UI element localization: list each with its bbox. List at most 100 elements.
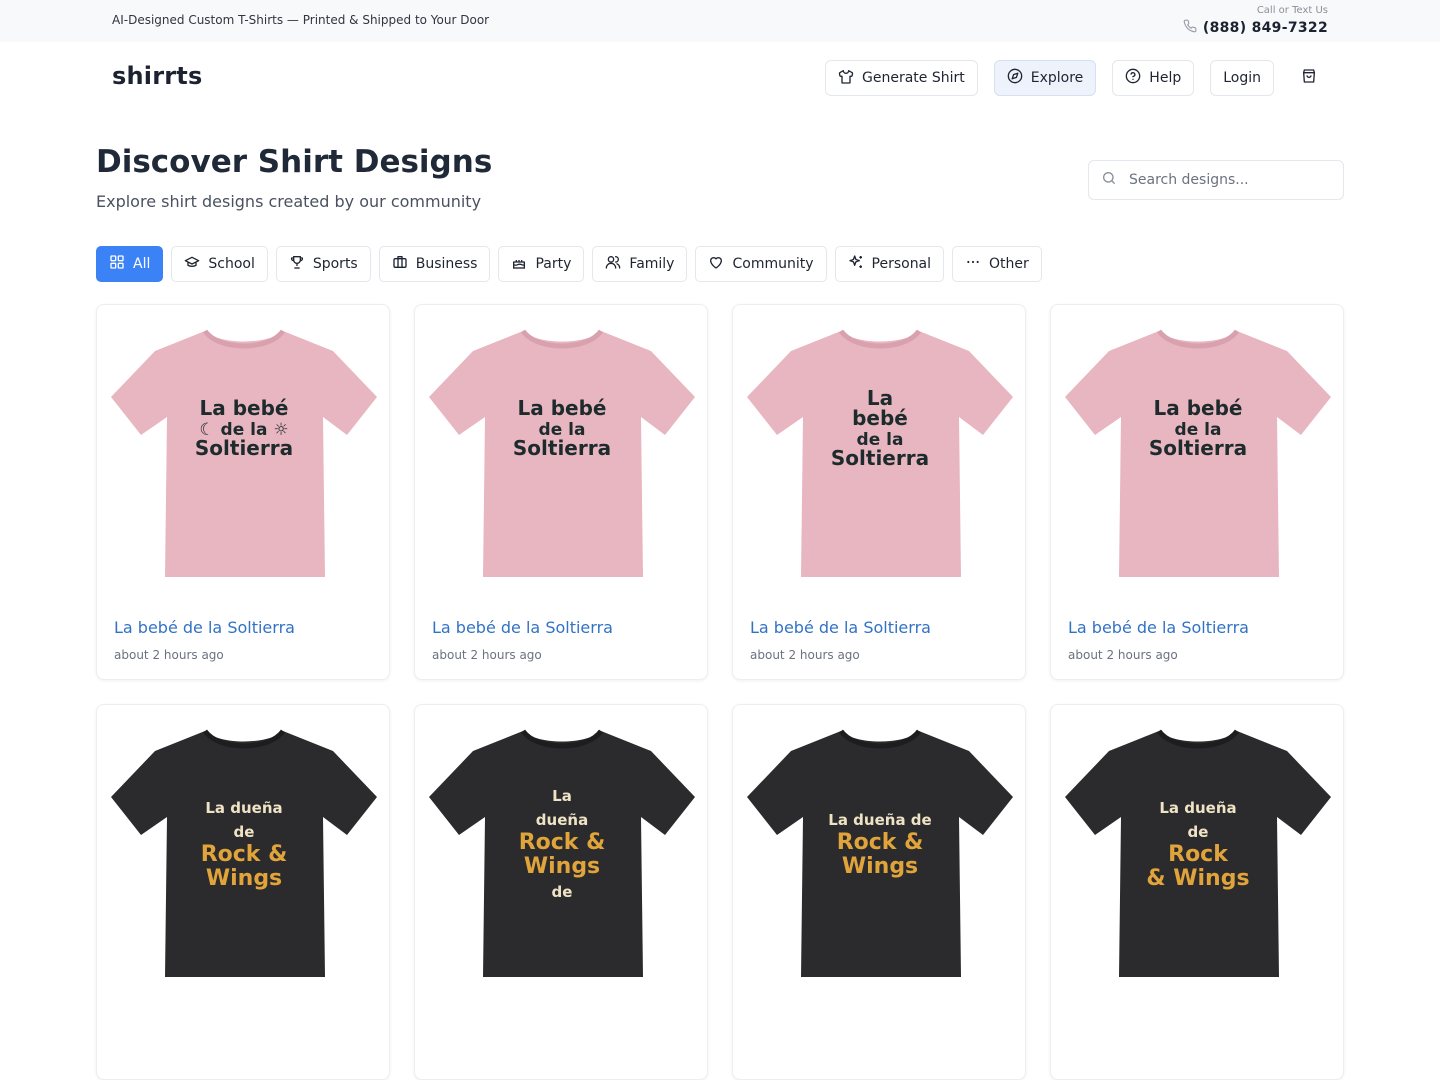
shirt-print-text: La bebé [200, 396, 289, 420]
design-timestamp: about 2 hours ago [114, 648, 224, 662]
shirt-image: La bebé☾ de la ☼Soltierra [111, 329, 377, 577]
graduation-cap-icon [184, 254, 200, 274]
shirt-print-text: de [234, 823, 255, 841]
help-label: Help [1149, 70, 1182, 86]
filter-other[interactable]: Other [952, 246, 1042, 282]
shirt-print-text: La bebé [518, 396, 607, 420]
shirt-print-text: Wings [842, 854, 918, 879]
design-card[interactable]: La bebé ☾ de la ☼ Soltierra La bebé de la S… [96, 304, 390, 680]
design-title[interactable]: La bebé de la Soltierra [1068, 618, 1249, 637]
design-card[interactable]: La dueña Rock & Wings de [414, 704, 708, 1080]
shirt-print-text: de [552, 883, 573, 901]
shirt-image: Labebéde laSoltierra [747, 329, 1013, 577]
filter-sports-label: Sports [312, 256, 358, 272]
shirt-print-text: La bebé [1154, 396, 1243, 420]
shirt-print-text: Soltierra [513, 436, 611, 460]
filter-personal[interactable]: Personal [834, 246, 945, 282]
design-title[interactable]: La bebé de la Soltierra [750, 618, 931, 637]
shirt-print-text: La [552, 787, 572, 805]
login-label: Login [1223, 70, 1261, 86]
trophy-icon [289, 254, 305, 274]
design-card[interactable]: La dueña de Rock & Wings [96, 704, 390, 1080]
filter-community[interactable]: Community [695, 246, 827, 282]
site-header: shirrts Generate Shirt Explore Help Logi… [0, 42, 1440, 114]
filter-community-label: Community [732, 256, 814, 272]
briefcase-icon [392, 254, 408, 274]
shirt-print-text: Wings [524, 854, 600, 879]
shirt-image: La bebéde laSoltierra [1065, 329, 1331, 577]
cake-icon [511, 254, 527, 274]
contact-info: Call or Text Us (888) 849-7322 [1183, 5, 1328, 37]
login-button[interactable]: Login [1210, 60, 1274, 96]
page-title: Discover Shirt Designs [96, 144, 493, 180]
phone-number-link[interactable]: (888) 849-7322 [1203, 20, 1328, 36]
page-subtitle: Explore shirt designs created by our com… [96, 192, 482, 211]
heart-icon [708, 254, 724, 274]
logo[interactable]: shirrts [112, 62, 202, 90]
filter-all[interactable]: All [96, 246, 164, 282]
shirt-print-text: bebé [852, 406, 908, 430]
design-timestamp: about 2 hours ago [1068, 648, 1178, 662]
filter-all-label: All [133, 256, 151, 272]
search-box [1088, 160, 1344, 200]
design-card[interactable]: La dueña de Rock & Wings [732, 704, 1026, 1080]
filter-business-label: Business [415, 256, 478, 272]
design-card[interactable]: La dueña de Rock & Wings [1050, 704, 1344, 1080]
filter-school-label: School [208, 256, 255, 272]
generate-shirt-button[interactable]: Generate Shirt [825, 60, 978, 96]
main-nav: Generate Shirt Explore Help Login [825, 60, 1328, 96]
shirt-image: La dueña deRock &Wings [111, 729, 377, 977]
shirt-icon [838, 68, 854, 88]
filter-party-label: Party [535, 256, 572, 272]
shirt-print-text: de [1188, 823, 1209, 841]
phone-icon [1183, 18, 1197, 37]
tagline: AI-Designed Custom T-Shirts — Printed & … [112, 13, 490, 27]
shirt-print-text: Soltierra [1149, 436, 1247, 460]
search-input[interactable] [1129, 172, 1329, 188]
filter-school[interactable]: School [171, 246, 268, 282]
design-title[interactable]: La bebé de la Soltierra [114, 618, 295, 637]
design-card[interactable]: La bebé de la Soltierra La bebé de la Solti… [1050, 304, 1344, 680]
design-timestamp: about 2 hours ago [750, 648, 860, 662]
more-dots-icon [965, 254, 981, 274]
explore-label: Explore [1030, 70, 1084, 86]
shirt-print-text: Rock & [837, 830, 924, 855]
shopping-bag-icon [1301, 68, 1317, 88]
category-filters: All School Sports Business Party Family [96, 246, 1042, 282]
shirt-image: La dueñaRock &Wings de [429, 729, 695, 977]
call-label: Call or Text Us [1256, 5, 1328, 16]
shirt-print-text: La dueña [205, 799, 282, 817]
help-circle-icon [1125, 68, 1141, 88]
shirt-image: La bebéde laSoltierra [429, 329, 695, 577]
shirt-print-text: Wings [206, 866, 282, 891]
shirt-image: La dueña deRock& Wings [1065, 729, 1331, 977]
shirt-image: La dueña deRock &Wings [747, 729, 1013, 977]
shirt-print-text: Rock & [201, 842, 288, 867]
design-timestamp: about 2 hours ago [432, 648, 542, 662]
shirt-print-text: & Wings [1146, 866, 1249, 891]
shirt-print-text: Rock [1168, 842, 1229, 867]
users-icon [605, 254, 621, 274]
compass-icon [1007, 68, 1023, 88]
filter-family[interactable]: Family [592, 246, 688, 282]
filter-business[interactable]: Business [378, 246, 491, 282]
shirt-print-text: Rock & [519, 830, 606, 855]
search-icon [1101, 170, 1117, 190]
shirt-print-text: Soltierra [195, 436, 293, 460]
cart-button[interactable] [1290, 60, 1328, 96]
sparkles-icon [848, 254, 864, 274]
design-card[interactable]: La bebé de la Soltierra La bebé de la Soltie… [732, 304, 1026, 680]
help-button[interactable]: Help [1112, 60, 1195, 96]
shirt-print-text: La dueña [1159, 799, 1236, 817]
explore-button[interactable]: Explore [993, 60, 1097, 96]
announcement-bar: AI-Designed Custom T-Shirts — Printed & … [0, 0, 1440, 42]
filter-party[interactable]: Party [498, 246, 585, 282]
shirt-print-text: La dueña de [828, 811, 931, 829]
filter-other-label: Other [989, 256, 1029, 272]
shirt-print-text: dueña [536, 811, 588, 829]
filter-sports[interactable]: Sports [275, 246, 371, 282]
grid-icon [109, 254, 125, 274]
filter-personal-label: Personal [871, 256, 932, 272]
design-title[interactable]: La bebé de la Soltierra [432, 618, 613, 637]
design-card[interactable]: La bebé de la Soltierra La bebé de la Solti… [414, 304, 708, 680]
